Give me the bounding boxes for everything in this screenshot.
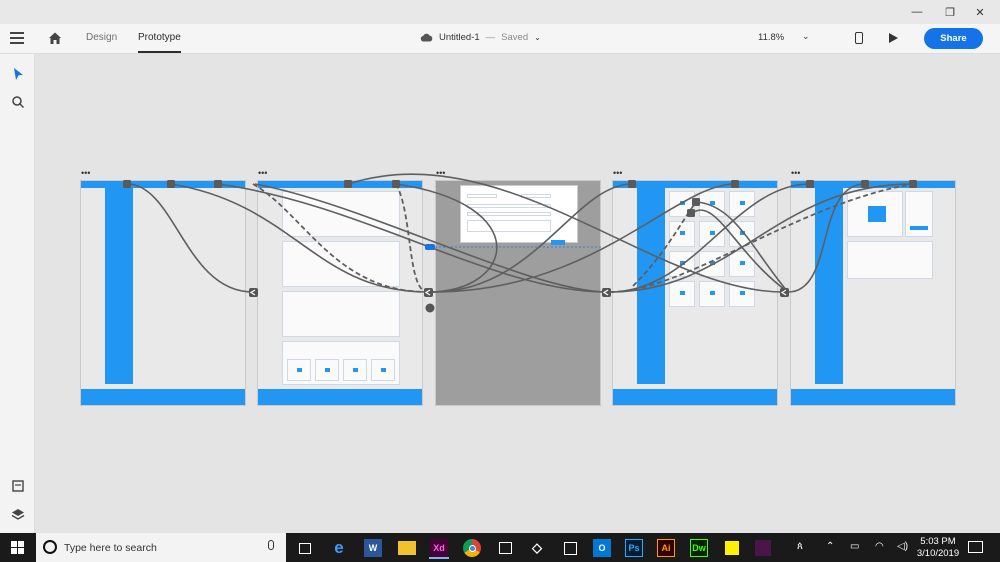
close-button[interactable]: ✕: [960, 0, 1000, 24]
wire: [254, 183, 611, 293]
clock-time: 5:03 PM: [920, 536, 956, 547]
task-view-icon[interactable]: [294, 537, 316, 559]
app-header: Design Prototype Untitled-1 — Saved ⌄ 11…: [0, 24, 1000, 54]
photoshop-icon[interactable]: Ps: [623, 537, 645, 559]
document-separator: —: [485, 32, 496, 43]
wire-handle: [806, 180, 814, 188]
home-artboard-marker: [425, 244, 435, 250]
tab-prototype[interactable]: Prototype: [138, 32, 181, 43]
volume-icon[interactable]: ◁): [897, 541, 908, 552]
title-bar: — ❐ ✕: [0, 0, 1000, 24]
wire-handle: [123, 180, 131, 188]
dashed-wire: [632, 201, 697, 287]
wire: [347, 173, 784, 293]
share-button[interactable]: Share: [924, 28, 983, 49]
wire-handle: [731, 180, 739, 188]
wire-handle: [214, 180, 222, 188]
sticky-notes-icon[interactable]: [721, 537, 743, 559]
save-status: Saved: [501, 32, 529, 43]
select-arrow-icon[interactable]: [10, 66, 26, 82]
file-explorer-icon[interactable]: [396, 537, 418, 559]
people-icon[interactable]: ጰ: [797, 541, 803, 552]
adobe-xd-window: — ❐ ✕ Design Prototype Untitled-1 — Save…: [0, 0, 1000, 562]
chrome-icon[interactable]: [461, 537, 483, 559]
wire: [170, 183, 429, 293]
document-name: Untitled-1: [439, 32, 480, 43]
dropbox-icon[interactable]: ◇: [526, 537, 548, 559]
windows-start-icon[interactable]: [11, 541, 25, 555]
hamburger-icon[interactable]: [10, 32, 24, 44]
adobe-xd-icon[interactable]: Xd: [428, 537, 450, 559]
active-tab-indicator: [138, 51, 181, 53]
cortana-icon: [43, 540, 57, 554]
left-toolbar: [0, 54, 35, 533]
illustrator-icon[interactable]: Ai: [655, 537, 677, 559]
chevron-up-icon[interactable]: ⌃: [826, 541, 834, 552]
wire-handle: [167, 180, 175, 188]
windows-taskbar: Type here to search e W Xd ◇ O Ps Ai Dw …: [0, 533, 1000, 562]
taskbar-search-box[interactable]: Type here to search: [36, 533, 286, 562]
dreamweaver-icon[interactable]: Dw: [688, 537, 710, 559]
wire-handle: [344, 180, 352, 188]
system-clock[interactable]: 5:03 PM 3/10/2019: [914, 536, 962, 560]
prototype-canvas[interactable]: ••• ••• ••• ••• •••: [35, 54, 1000, 533]
wire-handle: [628, 180, 636, 188]
clock-date: 3/10/2019: [916, 548, 960, 559]
wire-handle: [392, 180, 400, 188]
notification-center-icon[interactable]: [968, 541, 983, 553]
battery-icon[interactable]: ▭: [850, 541, 859, 552]
wire: [126, 183, 254, 293]
wire: [609, 183, 811, 293]
zoom-search-icon[interactable]: [10, 94, 26, 110]
home-icon[interactable]: [48, 31, 62, 45]
wifi-icon[interactable]: ◠: [875, 541, 884, 552]
wire-handle: [687, 209, 695, 217]
microphone-icon[interactable]: [268, 540, 274, 550]
play-icon[interactable]: [889, 33, 898, 43]
cloud-icon: [420, 33, 433, 42]
outlook-icon[interactable]: O: [591, 537, 613, 559]
tab-design[interactable]: Design: [86, 32, 117, 43]
wire: [690, 209, 789, 293]
zoom-level[interactable]: 11.8%: [758, 32, 784, 43]
wire-handle: [692, 198, 700, 206]
layers-icon[interactable]: [10, 507, 26, 523]
slack-icon[interactable]: [752, 537, 774, 559]
search-placeholder: Type here to search: [64, 542, 157, 554]
mobile-device-icon[interactable]: [855, 32, 863, 44]
wire-handle: [909, 180, 917, 188]
back-icon: [425, 303, 435, 313]
active-app-indicator: [429, 557, 449, 559]
chevron-down-icon[interactable]: ⌄: [802, 31, 810, 42]
calendar-icon[interactable]: [559, 537, 581, 559]
prototype-wires: [123, 173, 917, 313]
artboard-target-arrows: [249, 288, 789, 313]
edge-icon[interactable]: e: [328, 537, 350, 559]
document-title-menu[interactable]: Untitled-1 — Saved ⌄: [420, 32, 541, 43]
store-icon[interactable]: [494, 537, 516, 559]
assets-icon[interactable]: [10, 478, 26, 494]
word-icon[interactable]: W: [362, 537, 384, 559]
wire-handle: [861, 180, 869, 188]
chevron-down-icon: ⌄: [534, 33, 541, 42]
wire: [395, 183, 498, 293]
